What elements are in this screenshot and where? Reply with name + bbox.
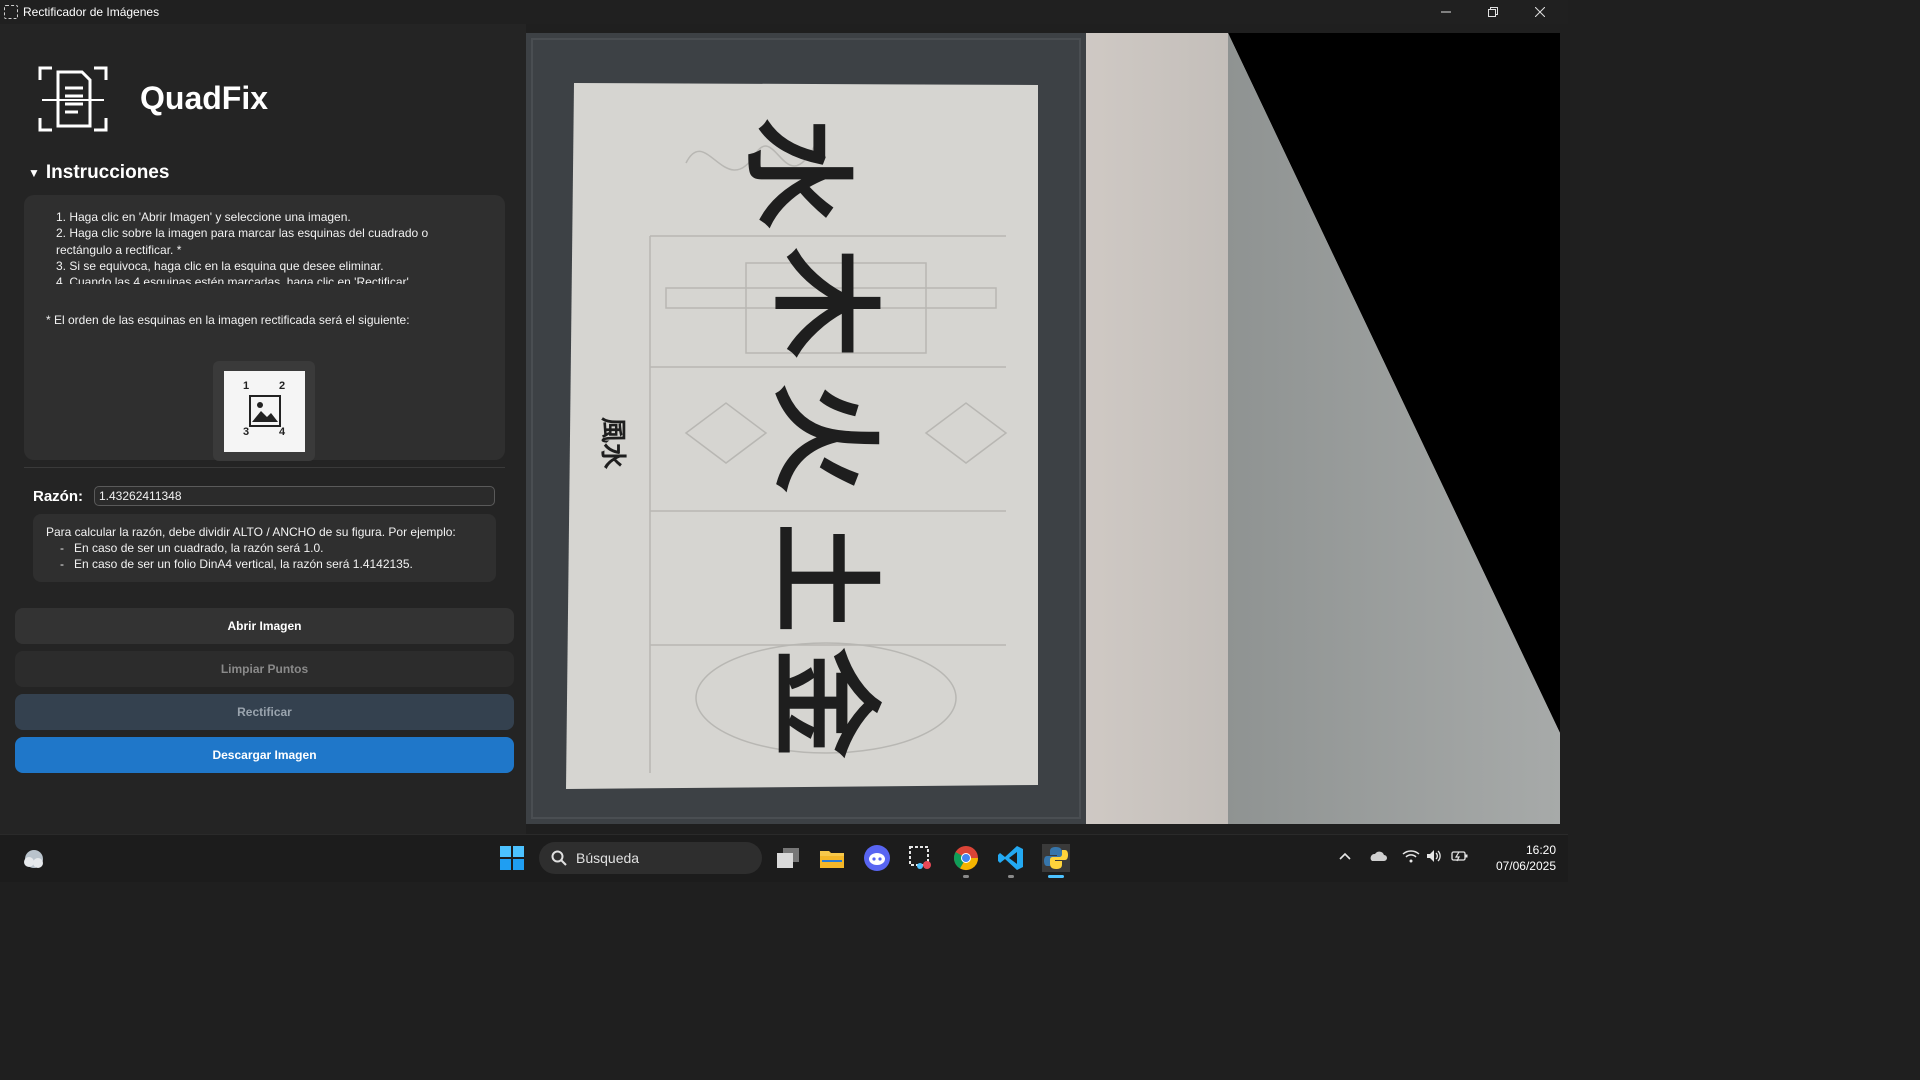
instructions-header-label: Instrucciones — [45, 162, 170, 183]
triangle-down-icon: ▼ — [28, 166, 40, 180]
restore-button[interactable] — [1470, 0, 1516, 24]
volume-icon[interactable] — [1426, 849, 1442, 863]
image-icon — [249, 395, 281, 427]
running-indicator — [963, 875, 969, 878]
minimize-button[interactable] — [1423, 0, 1469, 24]
system-clock[interactable]: 16:20 07/06/2025 — [1478, 842, 1556, 874]
discord-icon[interactable] — [863, 844, 891, 872]
svg-text:金: 金 — [760, 647, 888, 759]
ratio-help-box: Para calcular la razón, debe dividir ALT… — [33, 514, 496, 582]
corner-order-card: 1 2 3 4 — [224, 371, 305, 452]
ratio-help-line: En caso de ser un cuadrado, la razón ser… — [74, 541, 324, 555]
left-panel: QuadFix ▼ Instrucciones 1. Haga clic en … — [0, 24, 526, 834]
restore-icon — [1488, 7, 1498, 17]
corner-label-4: 4 — [279, 426, 286, 438]
ratio-help-bullet: - En caso de ser un folio DinA4 vertical,… — [46, 556, 496, 572]
title-bar: Rectificador de Imágenes — [0, 0, 1568, 24]
corner-label-3: 3 — [243, 426, 250, 438]
ratio-help-bullet: - En caso de ser un cuadrado, la razón se… — [46, 540, 496, 556]
instructions-list[interactable]: 1. Haga clic en 'Abrir Imagen' y selecci… — [56, 209, 476, 284]
svg-text:火: 火 — [760, 383, 888, 493]
instruction-step: 1. Haga clic en 'Abrir Imagen' y selecci… — [56, 210, 351, 224]
instruction-step: 4. Cuando las 4 esquinas estén marcadas,… — [56, 275, 409, 284]
search-input[interactable]: Búsqueda — [539, 842, 762, 874]
ratio-help-line: Para calcular la razón, debe dividir ALT… — [46, 525, 456, 539]
close-icon — [1535, 7, 1545, 17]
corner-label-2: 2 — [279, 380, 286, 392]
document-scan-icon — [38, 66, 108, 132]
image-canvas[interactable]: 水 木 火 土 金 風水 — [526, 33, 1560, 824]
corner-order-note: * El orden de las esquinas en la imagen … — [46, 313, 410, 327]
vscode-icon[interactable] — [997, 844, 1025, 872]
ratio-input[interactable] — [94, 486, 495, 506]
ratio-help-line: En caso de ser un folio DinA4 vertical, … — [74, 557, 413, 571]
weather-icon[interactable] — [20, 844, 48, 872]
instruction-step: 3. Si se equivoca, haga clic en la esqui… — [56, 258, 384, 273]
screen: Rectificador de Imágenes QuadFix ▼ Instr… — [0, 0, 1568, 882]
search-icon — [551, 850, 567, 866]
clock-date: 07/06/2025 — [1495, 859, 1556, 873]
svg-text:風水: 風水 — [597, 417, 627, 470]
python-icon[interactable] — [1042, 844, 1070, 872]
ratio-label: Razón: — [33, 488, 83, 505]
chrome-icon[interactable] — [952, 844, 980, 872]
active-indicator — [1048, 875, 1064, 878]
download-image-button[interactable]: Descargar Imagen — [15, 737, 514, 773]
app-icon — [4, 5, 18, 19]
svg-text:水: 水 — [733, 118, 861, 229]
rectified-photo: 水 木 火 土 金 風水 — [526, 33, 1560, 824]
snipping-tool-icon[interactable] — [907, 844, 935, 872]
window-title: Rectificador de Imágenes — [23, 5, 160, 19]
bullet-dash: - — [60, 557, 64, 571]
minimize-icon — [1441, 11, 1451, 13]
svg-text:土: 土 — [760, 523, 888, 633]
clear-points-button[interactable]: Limpiar Puntos — [15, 651, 514, 687]
corner-label-1: 1 — [243, 380, 250, 392]
app-name: QuadFix — [140, 80, 269, 116]
instructions-box: 1. Haga clic en 'Abrir Imagen' y selecci… — [24, 195, 505, 461]
clock-time: 16:20 — [1525, 843, 1556, 857]
task-view-icon[interactable] — [774, 844, 802, 872]
windows-start-icon[interactable] — [498, 844, 526, 872]
wifi-icon[interactable] — [1402, 849, 1420, 863]
bullet-dash: - — [60, 541, 64, 555]
divider — [24, 467, 505, 468]
running-indicator — [1008, 875, 1014, 878]
search-placeholder: Búsqueda — [576, 850, 640, 866]
instructions-toggle[interactable]: ▼ Instrucciones — [28, 162, 169, 184]
chevron-up-icon[interactable] — [1338, 849, 1352, 863]
onedrive-icon[interactable] — [1368, 849, 1388, 863]
rectify-button[interactable]: Rectificar — [15, 694, 514, 730]
battery-icon[interactable] — [1451, 849, 1469, 863]
open-image-button[interactable]: Abrir Imagen — [15, 608, 514, 644]
instruction-step: 2. Haga clic sobre la imagen para marcar… — [56, 226, 429, 257]
taskbar: Búsqueda 16:20 07/06/2025 — [0, 834, 1568, 882]
file-explorer-icon[interactable] — [818, 844, 846, 872]
corner-order-diagram: 1 2 3 4 — [213, 361, 315, 461]
close-button[interactable] — [1517, 0, 1563, 24]
svg-text:木: 木 — [760, 248, 888, 358]
